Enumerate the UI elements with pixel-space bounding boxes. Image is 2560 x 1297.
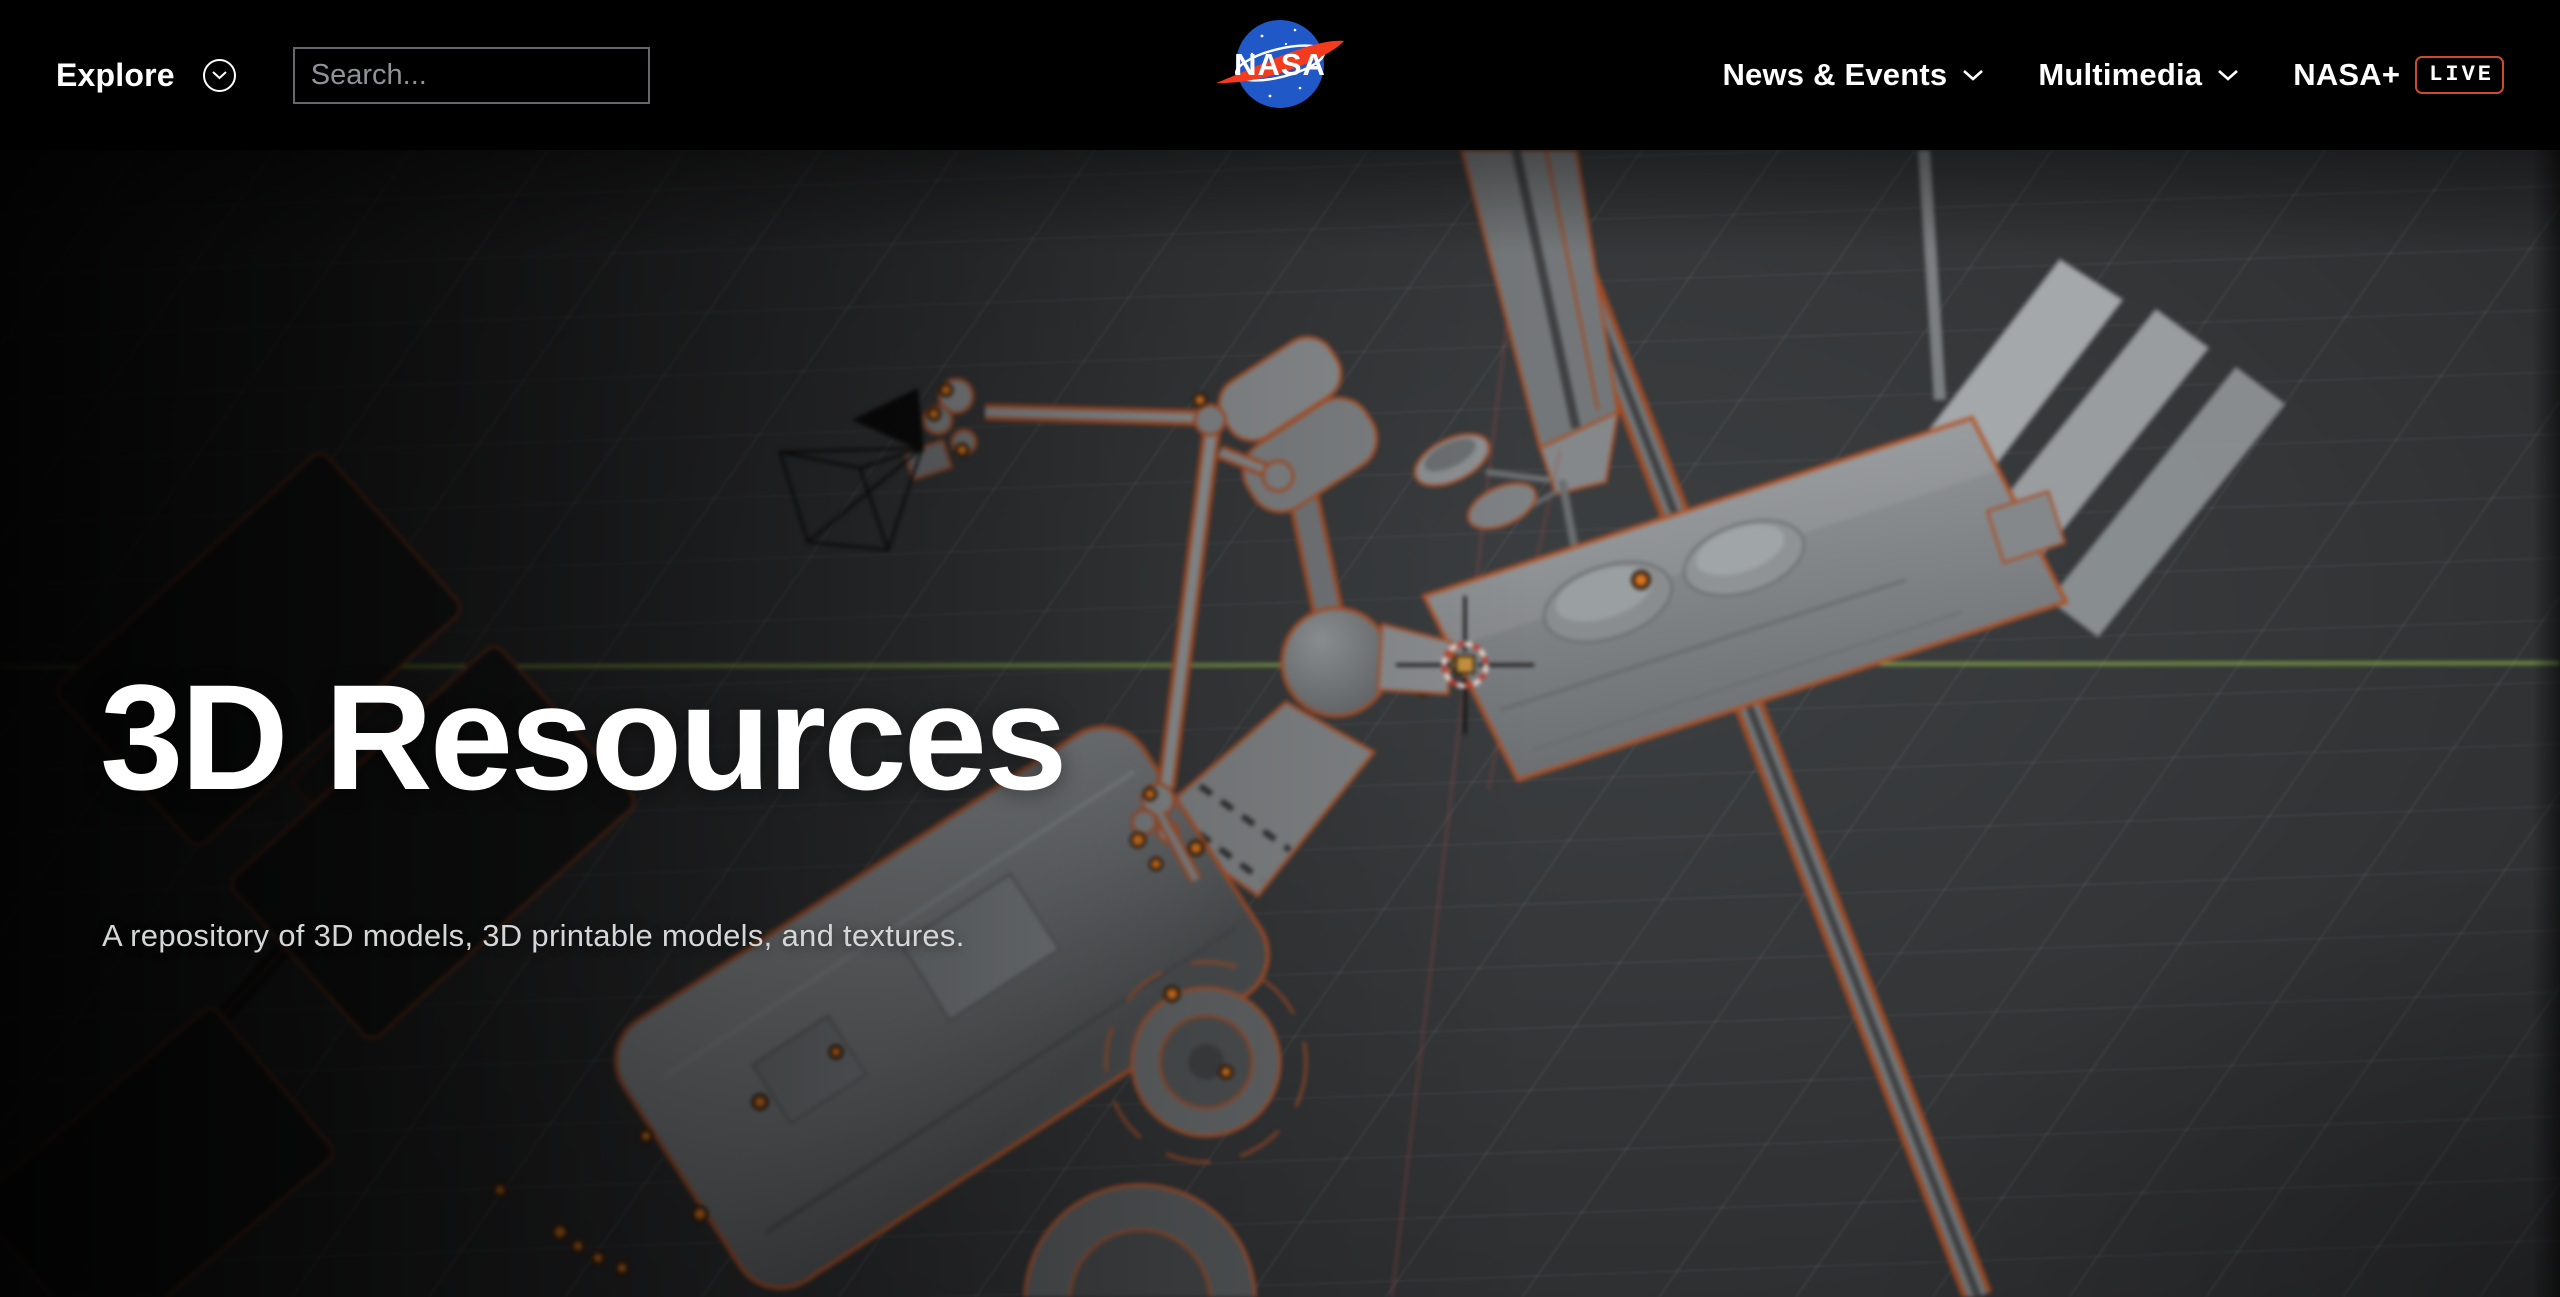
site-header: Explore NASA News & Events (0, 0, 2560, 150)
nasa-logo-text: NASA (1234, 47, 1326, 82)
nasa-logo[interactable]: NASA (1200, 14, 1360, 119)
hero-section: 3D Resources A repository of 3D models, … (0, 150, 2560, 1297)
news-events-label: News & Events (1722, 57, 1947, 93)
page-title: 3D Resources (100, 662, 1065, 812)
nasa-plus-label: NASA+ (2293, 57, 2400, 93)
nav-item-multimedia[interactable]: Multimedia (2038, 57, 2239, 93)
nav-item-nasa-plus[interactable]: NASA+ LIVE (2293, 56, 2504, 94)
live-badge: LIVE (2415, 56, 2504, 94)
chevron-down-circle-icon (203, 59, 236, 92)
chevron-down-icon (1962, 69, 1984, 81)
nasa-3d-resources-page: Explore NASA News & Events (0, 0, 2560, 1297)
nav-item-news-events[interactable]: News & Events (1722, 57, 1984, 93)
search-input[interactable] (293, 47, 650, 104)
multimedia-label: Multimedia (2038, 57, 2202, 93)
chevron-down-icon (2217, 69, 2239, 81)
explore-label: Explore (56, 57, 175, 94)
explore-button[interactable]: Explore (56, 57, 236, 94)
nasa-meatball-icon: NASA (1200, 14, 1360, 114)
primary-nav: News & Events Multimedia NASA+ LIVE (1722, 56, 2504, 94)
page-subtitle: A repository of 3D models, 3D printable … (102, 918, 965, 954)
